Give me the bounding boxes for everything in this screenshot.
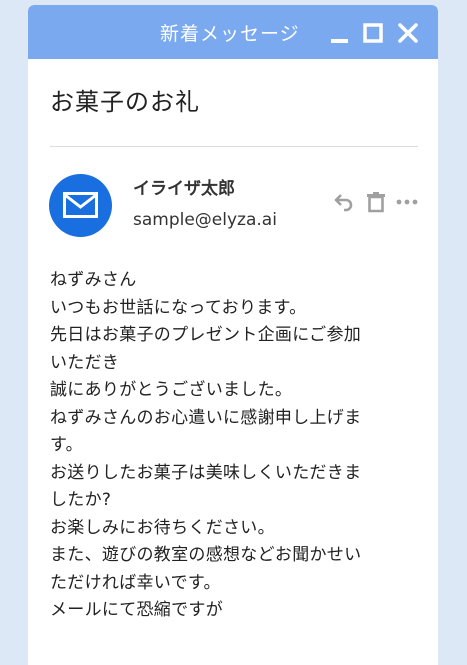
minimize-icon[interactable] [328, 21, 352, 45]
message-subject: お菓子のお礼 [50, 88, 200, 116]
mail-icon [63, 192, 98, 218]
body-line: 誠にありがとうございました。 [50, 380, 293, 400]
avatar [49, 174, 112, 237]
sender-name: イライザ太郎 [133, 179, 235, 199]
body-line: ただければ幸いです。 [50, 572, 221, 593]
divider [50, 146, 418, 147]
delete-icon[interactable] [365, 191, 387, 213]
body-line: したか? [50, 490, 112, 510]
body-line: お送りしたお菓子は美味しくいただきま [50, 462, 362, 483]
more-icon[interactable] [396, 191, 418, 213]
maximize-icon[interactable] [361, 21, 385, 45]
window-title: 新着メッセージ [160, 23, 300, 45]
body-line: メールにて恐縮ですが [50, 600, 223, 620]
message-body: ねずみさんいつもお世話になっております。先日はお菓子のプレゼント企画にご参加 いた… [50, 267, 430, 625]
body-line: す。 [50, 435, 83, 455]
body-line: また、遊びの教室の感想などお聞かせい [50, 545, 362, 565]
body-line: いただき [50, 352, 120, 373]
body-line: ねずみさんのお心遣いに感謝申し上げま [50, 407, 362, 428]
sender-email[interactable]: sample@elyza.ai [133, 208, 277, 232]
message-window: 新着メッセージ お菓子のお礼 イライザ太郎 sample@elyza.ai ねず… [28, 5, 438, 665]
body-line: いつもお世話になっております。 [50, 297, 307, 318]
close-icon[interactable] [396, 21, 420, 45]
body-line: ねずみさん [50, 270, 137, 290]
body-line: お楽しみにお待ちください。 [50, 517, 275, 538]
reply-icon[interactable] [333, 191, 355, 213]
body-line: 先日はお菓子のプレゼント企画にご参加 [50, 325, 362, 345]
title-bar[interactable]: 新着メッセージ [28, 5, 438, 59]
